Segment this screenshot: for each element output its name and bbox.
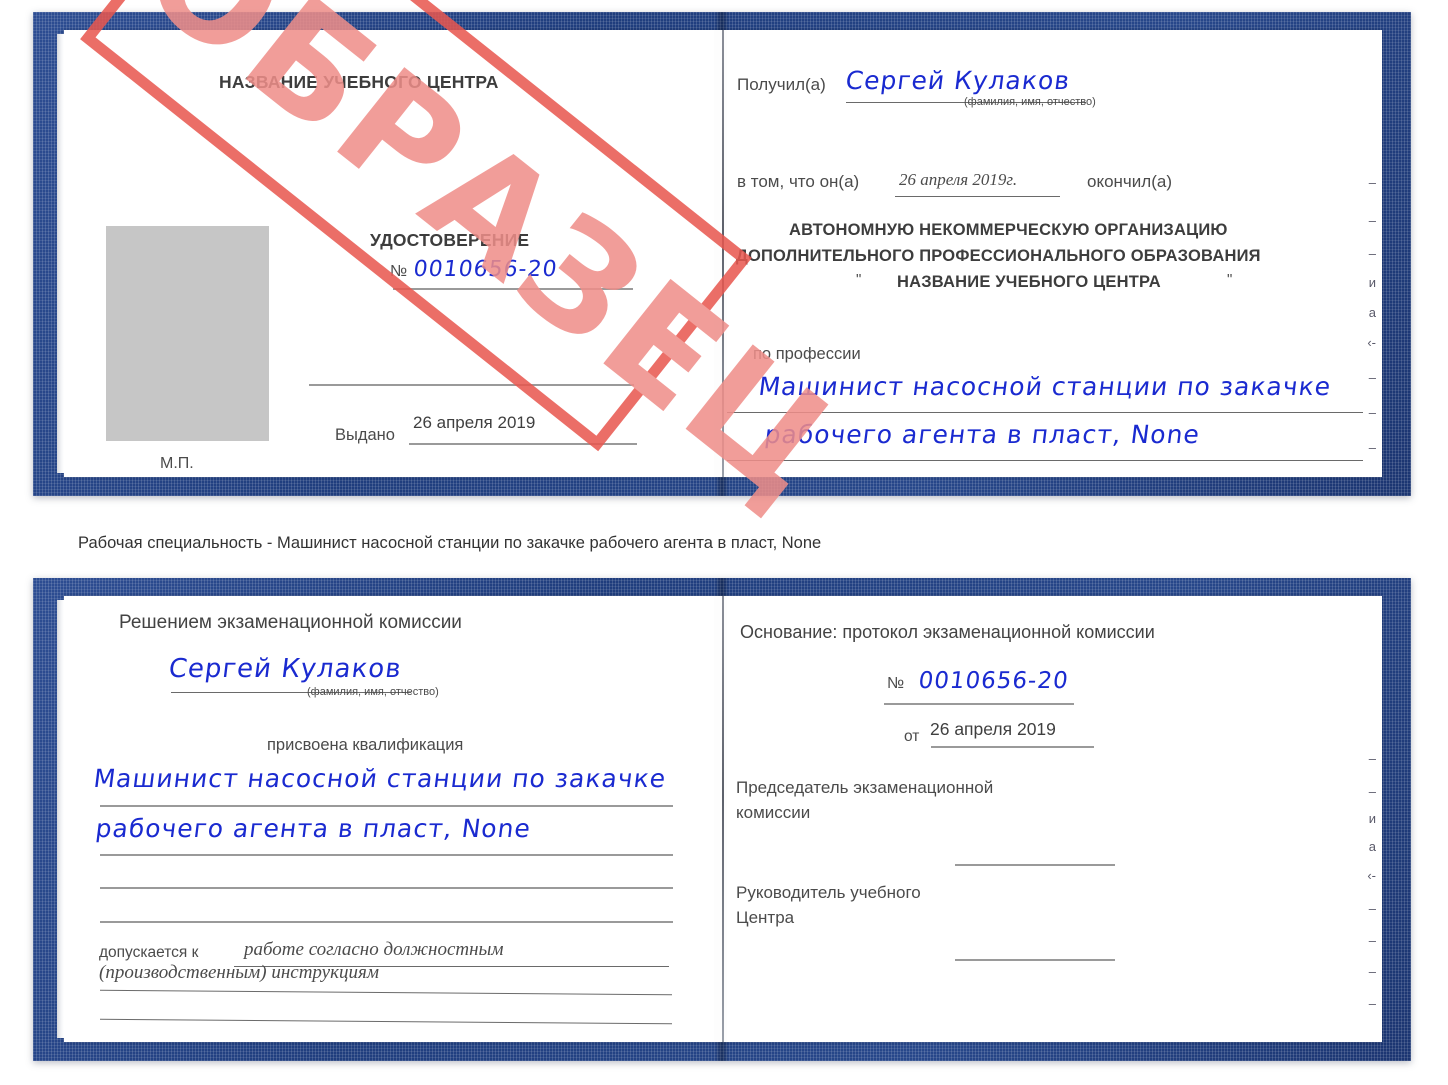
org-line1: АВТОНОМНУЮ НЕКОММЕРЧЕСКУЮ ОРГАНИЗАЦИЮ xyxy=(789,221,1228,239)
head-line1: Руководитель учебного xyxy=(736,883,921,902)
admitted-line2: (производственным) инструкциям xyxy=(99,962,379,983)
in-that-value: 26 апреля 2019г. xyxy=(899,170,1018,189)
spine-line-bottom xyxy=(722,596,724,1042)
margin-fragment: – xyxy=(1368,933,1376,948)
protocol-date-rule xyxy=(931,746,1094,748)
certificate-top-pages: НАЗВАНИЕ УЧЕБНОГО ЦЕНТРА М.П. УДОСТОВЕРЕ… xyxy=(57,30,1382,477)
qualification-line2: рабочего агента в пласт, None xyxy=(94,814,533,843)
doc-type-label-top: УДОСТОВЕРЕНИЕ xyxy=(370,230,530,250)
certificate-top-right-page: Получил(а) Сергей Кулаков (фамилия, имя,… xyxy=(727,30,1382,477)
profession-line1: Машинист насосной станции по закачке xyxy=(757,372,1334,401)
chairman-signature-rule xyxy=(955,864,1115,866)
protocol-number-value: 0010656-20 xyxy=(917,668,1071,694)
margin-fragment: а xyxy=(1368,839,1376,854)
margin-fragment: – xyxy=(1368,213,1376,228)
number-value-top: 0010656-20 xyxy=(412,257,559,282)
margin-fragment: – xyxy=(1368,964,1376,979)
qualification-rule-2 xyxy=(100,854,673,856)
margin-fragment: – xyxy=(1368,440,1376,455)
margin-fragment: – xyxy=(1368,246,1376,261)
qualification-line1: Машинист насосной станции по закачке xyxy=(92,764,669,793)
margin-fragment: а xyxy=(1368,305,1376,320)
margin-fragment: – xyxy=(1368,370,1376,385)
issued-value-top: 26 апреля 2019 xyxy=(413,413,536,432)
admitted-rule-3 xyxy=(100,1018,672,1025)
paper-stack-edge-bottom xyxy=(57,600,64,1038)
in-that-rule xyxy=(895,196,1060,197)
certificate-bottom-left-page: Решением экзаменационной комиссии Сергей… xyxy=(64,596,714,1042)
head-signature-rule xyxy=(955,959,1115,961)
admitted-line1: работе согласно должностным xyxy=(244,939,504,960)
org-title-top: НАЗВАНИЕ УЧЕБНОГО ЦЕНТРА xyxy=(219,72,499,92)
received-value: Сергей Кулаков xyxy=(844,66,1072,95)
chairman-line1: Председатель экзаменационной xyxy=(736,778,994,797)
admitted-label: допускается к xyxy=(99,944,199,961)
finished-label: окончил(а) xyxy=(1087,172,1172,191)
margin-fragment: – xyxy=(1368,901,1376,916)
decision-heading: Решением экзаменационной комиссии xyxy=(119,612,462,633)
certificate-bottom-right-page: Основание: протокол экзаменационной коми… xyxy=(727,596,1382,1042)
chairman-line2: комиссии xyxy=(736,803,811,822)
received-label: Получил(а) xyxy=(737,75,826,94)
blank-rule-top-1 xyxy=(309,384,634,386)
caption-text: Рабочая специальность - Машинист насосно… xyxy=(78,534,822,552)
decision-name-value: Сергей Кулаков xyxy=(167,654,404,684)
head-line2: Центра xyxy=(736,908,795,927)
org-line3: НАЗВАНИЕ УЧЕБНОГО ЦЕНТРА xyxy=(897,273,1161,291)
margin-fragment: и xyxy=(1368,275,1376,290)
number-label-top: № xyxy=(390,263,408,280)
protocol-date-value: 26 апреля 2019 xyxy=(930,719,1056,739)
margin-fragment: – xyxy=(1368,751,1376,766)
org-quote-open: " xyxy=(856,271,862,288)
profession-label: по профессии xyxy=(753,345,861,363)
protocol-number-label: № xyxy=(887,675,905,692)
profession-rule-1 xyxy=(727,412,1363,413)
admitted-rule-2 xyxy=(100,989,672,996)
org-line2: ДОПОЛНИТЕЛЬНОГО ПРОФЕССИОНАЛЬНОГО ОБРАЗО… xyxy=(736,247,1261,265)
issued-rule-top xyxy=(409,443,637,445)
number-rule-top xyxy=(393,288,633,290)
margin-fragment: – xyxy=(1368,175,1376,190)
certificate-bottom-pages: Решением экзаменационной комиссии Сергей… xyxy=(57,596,1382,1042)
in-that-label: в том, что он(а) xyxy=(737,172,860,191)
profession-rule-2 xyxy=(727,460,1363,461)
profession-line2: рабочего агента в пласт, None xyxy=(763,420,1202,449)
fio-hint-top: (фамилия, имя, отчество) xyxy=(964,96,1096,108)
photo-placeholder-top xyxy=(106,226,269,441)
qualification-label: присвоена квалификация xyxy=(267,736,464,754)
margin-fragment: – xyxy=(1368,784,1376,799)
spine-line-top xyxy=(722,30,724,477)
issued-label-top: Выдано xyxy=(335,426,395,444)
margin-fragment: – xyxy=(1368,405,1376,420)
margin-fragment: ‹- xyxy=(1367,335,1376,350)
margin-fragment: ‹- xyxy=(1367,868,1376,883)
protocol-number-rule xyxy=(884,703,1074,705)
fio-hint-bottom: (фамилия, имя, отчество) xyxy=(307,686,439,698)
margin-fragment: – xyxy=(1368,996,1376,1011)
basis-label: Основание: протокол экзаменационной коми… xyxy=(740,622,1155,642)
qualification-rule-4 xyxy=(100,921,673,923)
protocol-date-label: от xyxy=(904,728,920,745)
qualification-rule-3 xyxy=(100,887,673,889)
paper-stack-edge-top xyxy=(57,34,64,473)
org-quote-close: " xyxy=(1227,271,1233,288)
certificate-top-left-page: НАЗВАНИЕ УЧЕБНОГО ЦЕНТРА М.П. УДОСТОВЕРЕ… xyxy=(64,30,714,477)
seal-label-top: М.П. xyxy=(160,455,194,472)
qualification-rule-1 xyxy=(100,805,673,807)
margin-fragment: и xyxy=(1368,811,1376,826)
